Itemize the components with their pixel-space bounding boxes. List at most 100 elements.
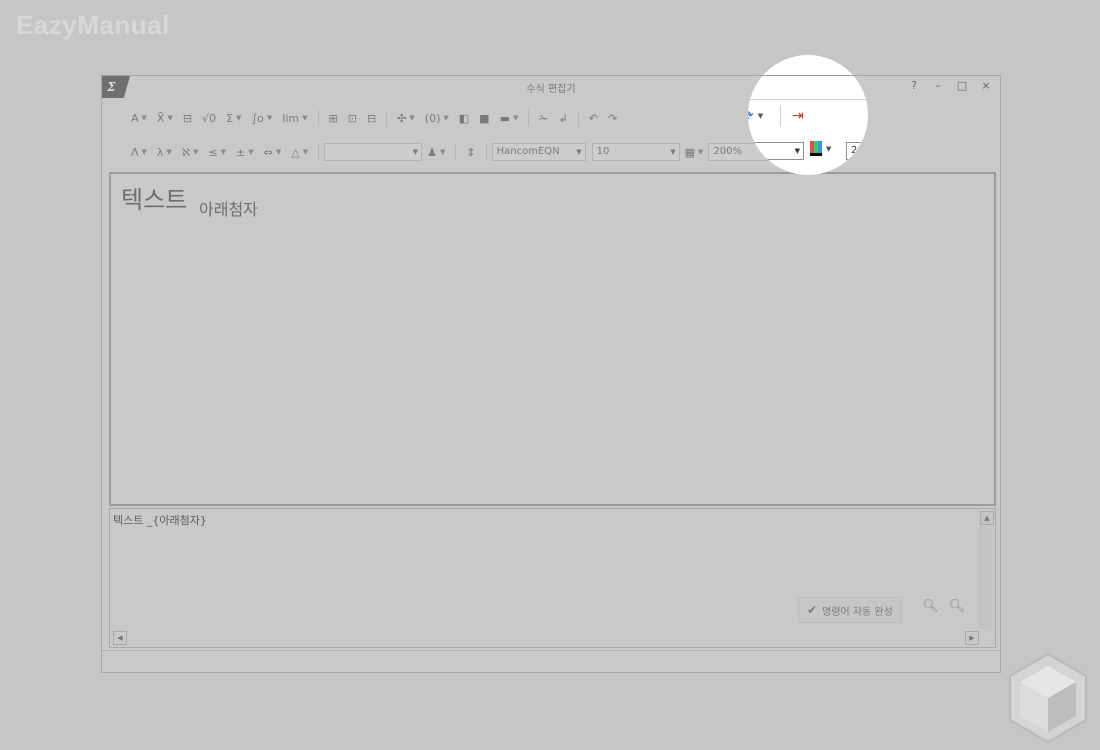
root-icon: √0 <box>202 111 217 125</box>
toolbar-separator <box>386 110 388 126</box>
zoom-combo-highlight[interactable]: 200% <box>846 142 868 160</box>
style-combo[interactable]: ▼ <box>324 143 423 161</box>
insert-button[interactable]: ⇥ <box>792 108 804 124</box>
redraw-button[interactable]: ⟳ ▼ <box>748 108 763 124</box>
chevron-down-icon: ▼ <box>757 112 764 120</box>
bracket-icon: ✣ <box>397 111 407 125</box>
chevron-down-icon: ▼ <box>166 148 172 156</box>
text-color-button[interactable]: ▦ ▼ <box>680 142 709 162</box>
operator-button[interactable]: ± ▼ <box>231 142 259 162</box>
arrow-button[interactable]: ⇔ ▼ <box>259 142 287 162</box>
chevron-down-icon: ▼ <box>670 148 676 156</box>
chevron-down-icon: ▼ <box>236 114 242 122</box>
greek-lower-button[interactable]: λ ▼ <box>152 142 177 162</box>
operator-icon: ± <box>236 145 246 159</box>
scroll-left-icon[interactable]: ◀ <box>113 631 127 645</box>
font-style-button[interactable]: A ▼ <box>126 108 152 128</box>
toolbar-separator <box>318 144 320 160</box>
font-combo[interactable]: HancomEQN ▼ <box>491 143 586 161</box>
highlight-callout: ⟳ ▼ ⇥ 10 ▼ ▼ 200% <box>748 55 868 175</box>
toolbar-separator <box>780 105 781 127</box>
chevron-down-icon: ▼ <box>193 148 199 156</box>
paste-button[interactable]: ↲ <box>554 108 573 128</box>
size-combo-highlight[interactable]: 10 ▼ <box>748 142 804 160</box>
help-button[interactable]: ? <box>908 79 920 92</box>
font-style-icon: A <box>131 111 139 125</box>
title-bar-line <box>748 75 868 76</box>
scroll-right-icon[interactable]: ▶ <box>965 631 979 645</box>
symbol-icon: ℵ <box>181 145 191 159</box>
zoom-in-icon[interactable]: 🔍︎ <box>949 599 966 614</box>
size-combo[interactable]: 10 ▼ <box>591 143 680 161</box>
paren-icon: (0) <box>424 111 441 125</box>
palette-icon: ▦ <box>684 145 695 159</box>
fraction-button[interactable]: ⊟ <box>178 108 197 128</box>
integral-button[interactable]: ∫o ▼ <box>246 108 277 128</box>
zoom-out-icon[interactable]: 🔍︎ <box>922 599 939 614</box>
line-spacing-button[interactable]: ⇕ <box>461 142 480 162</box>
text-color-button-highlight[interactable]: ▼ <box>810 141 831 156</box>
checkmark-icon: ✔ <box>807 603 818 617</box>
relation-button[interactable]: ≤ ▼ <box>203 142 231 162</box>
minimize-button[interactable]: – <box>932 79 944 92</box>
limit-button[interactable]: lim ▼ <box>277 108 312 128</box>
chevron-down-icon: ▼ <box>141 148 147 156</box>
greek-upper-button[interactable]: Λ ▼ <box>126 142 152 162</box>
equation-main-text: 텍스트 <box>121 186 188 214</box>
accent-button[interactable]: X̄ ▼ <box>152 108 178 128</box>
scroll-up-icon[interactable]: ▲ <box>980 511 994 525</box>
autocomplete-toggle[interactable]: ✔ 명령어 자동 완성 <box>798 597 902 623</box>
redo-button[interactable]: ↷ <box>603 108 622 128</box>
box-button-3[interactable]: ▬ ▼ <box>495 108 524 128</box>
watermark-logo: EazyManual <box>16 10 170 40</box>
root-button[interactable]: √0 <box>197 108 221 128</box>
script-input[interactable]: 텍스트 _{아래첨자} ▲ ✔ 명령어 자동 완성 🔍︎ 🔍︎ ◀ ▶ <box>109 508 996 648</box>
equation-subscript-text: 아래첨자 <box>199 200 258 219</box>
undo-button[interactable]: ↶ <box>584 108 603 128</box>
matrix-button-3[interactable]: ⊟ <box>362 108 381 128</box>
accent-icon: X̄ <box>156 111 165 125</box>
chevron-down-icon: ▼ <box>826 144 832 153</box>
chevron-down-icon: ▼ <box>443 114 449 122</box>
vertical-scrollbar[interactable]: ▲ <box>979 511 994 629</box>
greek-lower-icon: λ <box>156 145 164 159</box>
close-button[interactable]: × <box>980 79 992 92</box>
toolbar-separator <box>455 144 457 160</box>
cut-button[interactable]: ✁ <box>534 108 553 128</box>
chevron-down-icon: ▼ <box>220 148 227 156</box>
box-icon-2: ■ <box>479 111 490 125</box>
chevron-down-icon: ▼ <box>302 148 309 156</box>
arrow-icon: ⇔ <box>263 145 273 159</box>
color-person-button[interactable]: ♟ ▼ <box>422 142 450 162</box>
toolbar-row-2: Λ ▼ λ ▼ ℵ ▼ ≤ ▼ ± ▼ ⇔ ▼ △ ▼ ▼ ♟ ▼ ⇕ HancomEQN ▼ 10 ▼ ▦ ▼ … <box>126 138 795 166</box>
maximize-button[interactable]: □ <box>956 79 968 92</box>
box-button-1[interactable]: ◧ <box>454 108 474 128</box>
matrix-icon-3: ⊟ <box>366 111 377 125</box>
misc-button[interactable]: △ ▼ <box>286 142 313 162</box>
autocomplete-label: 명령어 자동 완성 <box>822 606 893 618</box>
equation-canvas[interactable]: 텍스트 아래첨자 <box>109 172 996 506</box>
horizontal-scrollbar[interactable]: ◀ ▶ <box>112 631 979 645</box>
limit-icon: lim <box>282 111 300 125</box>
matrix-button-1[interactable]: ⊞ <box>324 108 343 128</box>
sum-button[interactable]: Σ ▼ <box>221 108 246 128</box>
matrix-button-2[interactable]: ⊡ <box>343 108 362 128</box>
relation-icon: ≤ <box>208 145 218 159</box>
title-bar[interactable]: Σ 수식 편집기 ? – □ × <box>102 76 1000 98</box>
misc-icon: △ <box>291 145 300 159</box>
bracket-button[interactable]: ✣ ▼ <box>392 108 420 128</box>
insert-icon: ⇥ <box>792 108 804 124</box>
matrix-icon-1: ⊞ <box>328 111 338 125</box>
paren-button[interactable]: (0) ▼ <box>420 108 454 128</box>
palette-icon <box>810 141 822 156</box>
chevron-down-icon: ▼ <box>302 114 308 122</box>
greek-upper-icon: Λ <box>131 145 139 159</box>
cut-icon: ✁ <box>539 111 549 125</box>
redraw-icon: ⟳ <box>748 108 754 124</box>
symbol-button[interactable]: ℵ ▼ <box>177 142 204 162</box>
chevron-down-icon: ▼ <box>266 114 273 122</box>
paste-icon: ↲ <box>558 111 568 125</box>
matrix-icon-2: ⊡ <box>347 111 357 125</box>
box-button-2[interactable]: ■ <box>474 108 494 128</box>
undo-icon: ↶ <box>588 111 599 125</box>
